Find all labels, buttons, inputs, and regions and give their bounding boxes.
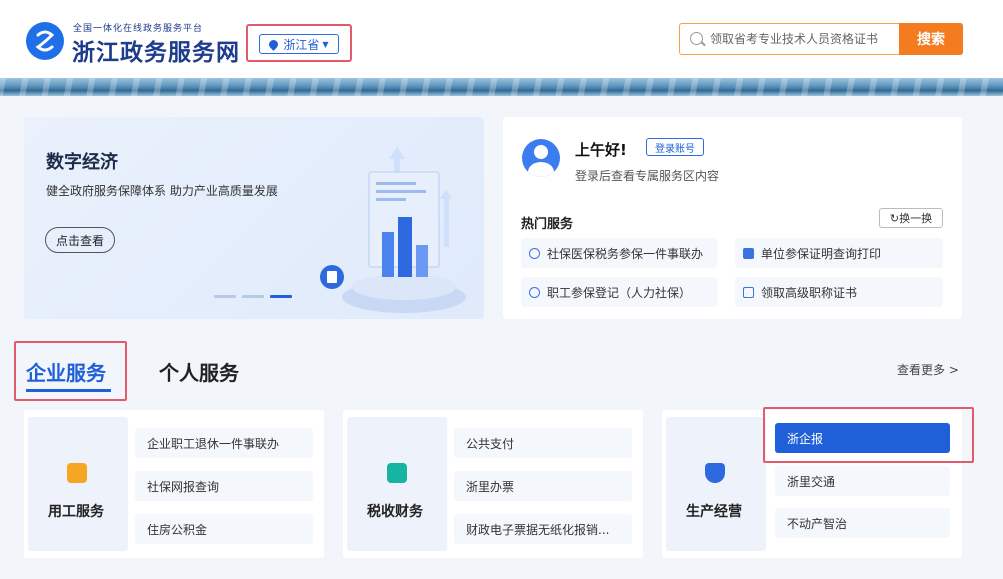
hot-service-label: 社保医保税务参保一件事联办 xyxy=(547,246,704,261)
hot-service-item[interactable]: 社保医保税务参保一件事联办 xyxy=(521,238,717,268)
carousel-dot-active[interactable] xyxy=(270,295,292,298)
login-button[interactable]: 登录账号 xyxy=(646,138,704,156)
site-logo-icon[interactable] xyxy=(26,22,64,60)
briefcase-icon xyxy=(67,463,87,483)
search-box: 搜索 xyxy=(679,23,963,55)
promo-view-button[interactable]: 点击查看 xyxy=(45,227,115,253)
search-input[interactable] xyxy=(710,29,898,49)
category-header[interactable]: 用工服务 xyxy=(28,417,128,551)
tab-personal-services[interactable]: 个人服务 xyxy=(159,357,239,386)
refresh-icon: ↻ xyxy=(889,212,900,225)
category-item[interactable]: 浙里交通 xyxy=(775,466,950,496)
category-item-selected[interactable]: 浙企报 xyxy=(775,423,950,453)
category-header[interactable]: 生产经营 xyxy=(666,417,766,551)
water-banner-image xyxy=(0,78,1003,96)
view-more-link[interactable]: 查看更多 > xyxy=(897,361,959,378)
category-name: 税收财务 xyxy=(367,504,423,520)
category-header[interactable]: 税收财务 xyxy=(347,417,447,551)
login-hint: 登录后查看专属服务区内容 xyxy=(575,169,720,183)
category-item[interactable]: 社保网报查询 xyxy=(135,471,313,501)
refresh-label: 换一换 xyxy=(899,212,933,225)
user-panel: 上午好! 登录账号 登录后查看专属服务区内容 热门服务 ↻换一换 社保医保税务参… xyxy=(503,117,962,319)
certificate-icon xyxy=(743,286,754,298)
region-highlight-box: 浙江省 ▼ xyxy=(246,24,352,62)
promo-carousel: 数字经济 健全政府服务保障体系 助力产业高质量发展 点击查看 xyxy=(24,117,484,319)
hot-service-item[interactable]: 领取高级职称证书 xyxy=(735,277,943,307)
location-pin-icon xyxy=(267,37,281,51)
category-item[interactable]: 企业职工退休一件事联办 xyxy=(135,428,313,458)
category-item[interactable]: 浙里办票 xyxy=(454,471,632,501)
tax-scroll-icon xyxy=(387,463,407,483)
hot-service-item[interactable]: 单位参保证明查询打印 xyxy=(735,238,943,268)
search-icon xyxy=(690,32,703,45)
category-card-employment: 用工服务 企业职工退休一件事联办 社保网报查询 住房公积金 xyxy=(24,410,324,558)
hot-service-label: 职工参保登记（人力社保） xyxy=(547,285,692,300)
site-header: 全国一体化在线政务服务平台 浙江政务服务网 浙江省 ▼ 搜索 xyxy=(0,0,1003,80)
category-card-tax: 税收财务 公共支付 浙里办票 财政电子票据无纸化报销... xyxy=(343,410,643,558)
category-card-production: 生产经营 浙企报 浙里交通 不动产智治 xyxy=(662,410,962,558)
active-tab-underline xyxy=(26,389,111,392)
user-avatar-icon xyxy=(522,139,560,177)
category-item[interactable]: 公共支付 xyxy=(454,428,632,458)
promo-subtitle: 健全政府服务保障体系 助力产业高质量发展 xyxy=(46,184,278,198)
category-name: 生产经营 xyxy=(686,504,742,520)
greeting-text: 上午好! xyxy=(575,141,627,159)
region-selector[interactable]: 浙江省 ▼ xyxy=(259,34,339,54)
hot-services-title: 热门服务 xyxy=(521,217,574,232)
hot-service-label: 领取高级职称证书 xyxy=(761,285,858,300)
carousel-indicators xyxy=(214,295,292,298)
carousel-dot[interactable] xyxy=(242,295,264,298)
site-title[interactable]: 浙江政务服务网 xyxy=(72,33,240,67)
category-item[interactable]: 不动产智治 xyxy=(775,508,950,538)
shield-icon xyxy=(529,247,540,259)
category-item[interactable]: 住房公积金 xyxy=(135,514,313,544)
shield-icon xyxy=(705,463,725,483)
category-name: 用工服务 xyxy=(48,504,104,520)
caret-down-icon: ▼ xyxy=(322,39,329,49)
promo-title: 数字经济 xyxy=(46,152,118,173)
refresh-button[interactable]: ↻换一换 xyxy=(879,208,943,228)
data-illustration-icon xyxy=(320,147,466,313)
hot-service-label: 单位参保证明查询打印 xyxy=(761,246,882,261)
carousel-dot[interactable] xyxy=(214,295,236,298)
region-label: 浙江省 xyxy=(283,37,320,52)
search-button[interactable]: 搜索 xyxy=(899,23,963,55)
category-item[interactable]: 财政电子票据无纸化报销... xyxy=(454,514,632,544)
tab-enterprise-services[interactable]: 企业服务 xyxy=(26,357,106,386)
document-icon xyxy=(743,247,754,259)
user-icon xyxy=(529,286,540,298)
hot-service-item[interactable]: 职工参保登记（人力社保） xyxy=(521,277,717,307)
